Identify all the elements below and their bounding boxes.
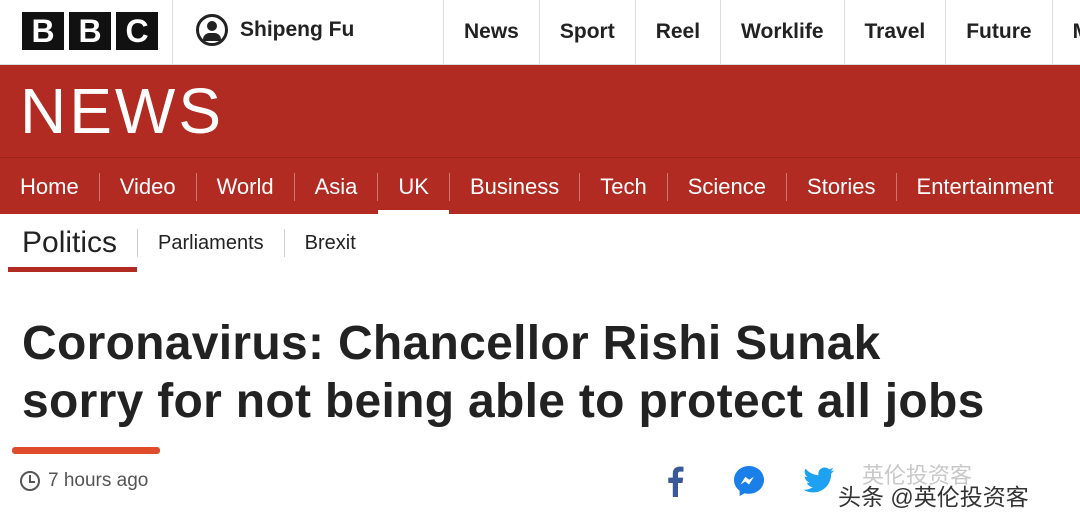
- section-nav-entertainment[interactable]: Entertainment: [897, 158, 1074, 215]
- article-meta: 7 hours ago: [20, 470, 148, 492]
- section-nav-science[interactable]: Science: [668, 158, 786, 215]
- global-nav-reel[interactable]: Reel: [634, 0, 720, 64]
- global-nav-future[interactable]: Future: [945, 0, 1051, 64]
- section-nav-uk[interactable]: UK: [378, 158, 449, 215]
- article-headline: Coronavirus: Chancellor Rishi Sunak sorr…: [22, 315, 1072, 431]
- global-nav-more[interactable]: M: [1051, 0, 1080, 64]
- top-bar: B B C Shipeng Fu News Sport Reel Worklif…: [0, 0, 1080, 65]
- section-nav-asia[interactable]: Asia: [295, 158, 378, 215]
- global-nav-worklife[interactable]: Worklife: [720, 0, 843, 64]
- section-nav-world[interactable]: World: [197, 158, 294, 215]
- divider: [172, 0, 173, 64]
- twitter-icon[interactable]: [800, 462, 838, 500]
- sub-nav-parliaments[interactable]: Parliaments: [138, 232, 284, 255]
- bbc-logo[interactable]: B B C: [22, 12, 158, 50]
- global-nav-news[interactable]: News: [443, 0, 539, 64]
- headline-underline: [12, 447, 160, 454]
- section-nav-business[interactable]: Business: [450, 158, 579, 215]
- section-nav-stories[interactable]: Stories: [787, 158, 895, 215]
- user-icon: [196, 14, 228, 46]
- global-nav: News Sport Reel Worklife Travel Future M: [443, 0, 1080, 64]
- watermark: 头条 @英伦投资客: [838, 484, 1029, 510]
- news-banner: NEWS: [0, 65, 1080, 157]
- headline-line-1: Coronavirus: Chancellor Rishi Sunak: [22, 317, 881, 370]
- sub-nav-politics[interactable]: Politics: [8, 214, 138, 272]
- logo-letter-c: C: [116, 12, 158, 50]
- sub-nav: Politics Parliaments Brexit: [8, 214, 376, 272]
- logo-letter-b2: B: [69, 12, 111, 50]
- news-wordmark[interactable]: NEWS: [20, 79, 224, 143]
- section-nav: Home Video World Asia UK Business Tech S…: [0, 157, 1080, 215]
- section-nav-video[interactable]: Video: [100, 158, 196, 215]
- section-nav-tech[interactable]: Tech: [580, 158, 666, 215]
- global-nav-sport[interactable]: Sport: [538, 0, 635, 64]
- logo-letter-b1: B: [22, 12, 64, 50]
- sub-nav-brexit[interactable]: Brexit: [285, 232, 376, 255]
- facebook-icon[interactable]: [656, 462, 694, 500]
- account-link[interactable]: Shipeng Fu: [196, 14, 354, 46]
- account-name: Shipeng Fu: [240, 18, 355, 41]
- section-nav-home[interactable]: Home: [0, 158, 99, 215]
- global-nav-travel[interactable]: Travel: [843, 0, 946, 64]
- headline-line-2: sorry for not being able to protect all …: [22, 375, 985, 428]
- messenger-icon[interactable]: [730, 462, 768, 500]
- timestamp: 7 hours ago: [48, 470, 149, 491]
- clock-icon: [20, 471, 40, 491]
